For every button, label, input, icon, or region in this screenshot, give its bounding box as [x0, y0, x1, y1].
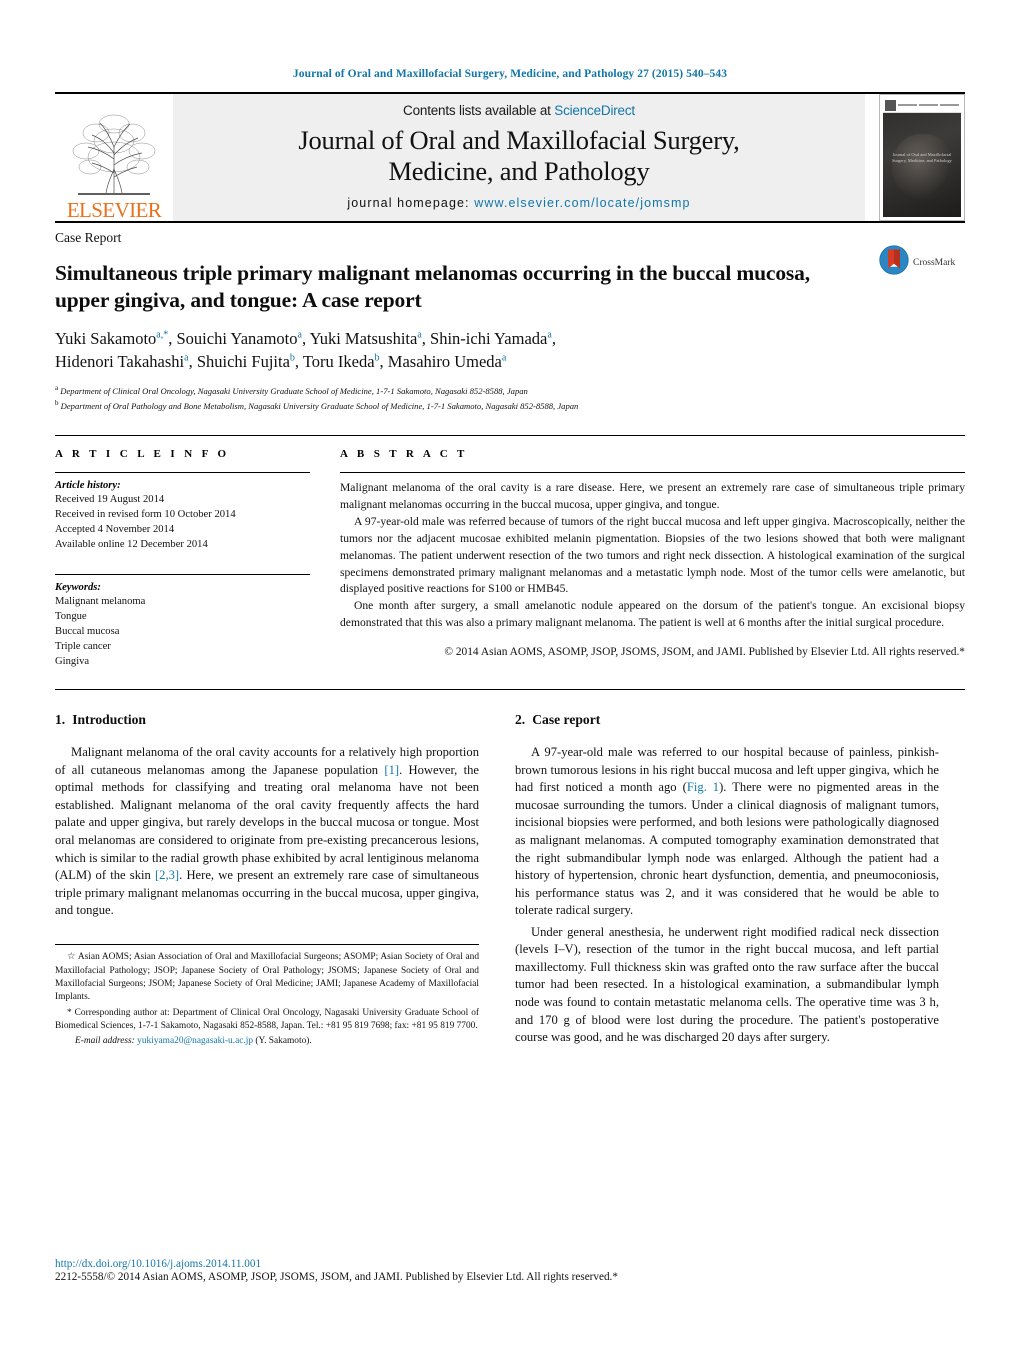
- masthead-center: Contents lists available at ScienceDirec…: [173, 94, 865, 221]
- cover-artwork: Journal of Oral and Maxillofacial Surger…: [883, 98, 961, 217]
- doi-block: http://dx.doi.org/10.1016/j.ajoms.2014.1…: [55, 1258, 965, 1283]
- cover-topbar-line: [919, 104, 938, 106]
- figure-ref-1[interactable]: Fig. 1: [687, 780, 719, 794]
- keyword-item: Malignant melanoma: [55, 596, 146, 608]
- cover-caption: Journal of Oral and Maxillofacial Surger…: [888, 152, 957, 165]
- case-text-part-2: ). There were no pigmented areas in the …: [515, 780, 939, 918]
- intro-text-part-2: . However, the optimal methods for class…: [55, 762, 479, 883]
- citation-ref-1[interactable]: [1]: [384, 763, 399, 777]
- article-info-rule: [55, 471, 310, 473]
- cover-topbar-line: [898, 104, 917, 106]
- sciencedirect-link[interactable]: ScienceDirect: [554, 103, 635, 118]
- cover-caption-line-2: Surgery, Medicine, and Pathology: [892, 158, 952, 164]
- contents-available-line: Contents lists available at ScienceDirec…: [403, 103, 635, 118]
- homepage-label: journal homepage:: [347, 196, 470, 211]
- section-title-introduction: 1. Introduction: [55, 712, 479, 728]
- journal-title-line-2: Medicine, and Pathology: [388, 156, 650, 186]
- citation-ref-2-3[interactable]: [2,3]: [155, 868, 179, 882]
- footnote-star-icon: ☆: [67, 952, 76, 963]
- affiliation-a: a Department of Clinical Oral Oncology, …: [55, 383, 965, 398]
- author-list: Yuki Sakamotoa,*, Souichi Yanamotoa, Yuk…: [55, 327, 875, 375]
- history-item: Available online 12 December 2014: [55, 538, 208, 550]
- email-suffix: (Y. Sakamoto).: [255, 1036, 312, 1047]
- email-label: E-mail address:: [75, 1036, 135, 1047]
- footnote-corresponding-text: Corresponding author at: Department of C…: [55, 1007, 479, 1032]
- article-info-column: A R T I C L E I N F O Article history: R…: [55, 448, 310, 669]
- cover-topbar: [883, 98, 961, 113]
- history-item: Accepted 4 November 2014: [55, 523, 175, 535]
- footnote-abbreviations-text: Asian AOMS; Asian Association of Oral an…: [55, 952, 480, 1003]
- introduction-paragraph: Malignant melanoma of the oral cavity ac…: [55, 744, 479, 920]
- cover-logo-square: [885, 99, 896, 111]
- footnotes-block: ☆ Asian AOMS; Asian Association of Oral …: [55, 944, 479, 1050]
- abstract-column: A B S T R A C T Malignant melanoma of th…: [340, 448, 965, 669]
- author-line-1: Yuki Sakamotoa,*, Souichi Yanamotoa, Yuk…: [55, 328, 556, 348]
- abstract-paragraph: Malignant melanoma of the oral cavity is…: [340, 480, 965, 511]
- cover-topbar-line: [940, 104, 959, 106]
- section-label: Case report: [532, 712, 601, 728]
- elsevier-logo: ELSEVIER: [55, 94, 173, 221]
- keywords-block: Keywords: Malignant melanoma Tongue Bucc…: [55, 574, 310, 669]
- left-column: 1. Introduction Malignant melanoma of the…: [55, 712, 479, 1051]
- abstract-rule: [340, 471, 965, 473]
- abstract-copyright: © 2014 Asian AOMS, ASOMP, JSOP, JSOMS, J…: [444, 646, 965, 659]
- keyword-item: Buccal mucosa: [55, 626, 120, 638]
- affiliation-b: b Department of Oral Pathology and Bone …: [55, 398, 965, 413]
- cover-caption-line-1: Journal of Oral and Maxillofacial: [892, 151, 952, 157]
- article-info-heading: A R T I C L E I N F O: [55, 447, 230, 460]
- history-item: Received 19 August 2014: [55, 493, 165, 505]
- case-report-paragraph-1: A 97-year-old male was referred to our h…: [515, 744, 939, 920]
- issn-copyright-line: 2212-5558/© 2014 Asian AOMS, ASOMP, JSOP…: [55, 1271, 618, 1283]
- footnote-asterisk-icon: *: [67, 1007, 72, 1018]
- crossmark-label: CrossMark: [913, 257, 956, 268]
- section-number: 2.: [515, 712, 526, 728]
- article-page: Journal of Oral and Maxillofacial Surger…: [0, 0, 1020, 1351]
- article-history-title: Article history:: [55, 479, 121, 491]
- contents-prefix: Contents lists available at: [403, 102, 555, 118]
- cover-face-illustration: [892, 133, 952, 200]
- article-title: Simultaneous triple primary malignant me…: [55, 261, 810, 313]
- journal-cover-thumbnail: Journal of Oral and Maxillofacial Surger…: [879, 94, 965, 221]
- body-columns: 1. Introduction Malignant melanoma of the…: [55, 689, 965, 1051]
- title-block: Case Report Simultaneous triple primary …: [55, 221, 965, 413]
- affiliation-marker-b: b: [55, 399, 59, 408]
- homepage-url-link[interactable]: www.elsevier.com/locate/jomsmp: [474, 196, 690, 210]
- section-label: Introduction: [72, 712, 146, 728]
- elsevier-wordmark: ELSEVIER: [66, 198, 162, 222]
- footnote-corresponding-author: * Corresponding author at: Department of…: [55, 1007, 479, 1034]
- abstract-paragraph: A 97-year-old male was referred because …: [340, 514, 965, 596]
- running-head: Journal of Oral and Maxillofacial Surger…: [292, 68, 728, 80]
- doi-link[interactable]: http://dx.doi.org/10.1016/j.ajoms.2014.1…: [55, 1258, 965, 1270]
- footnote-abbreviations: ☆ Asian AOMS; Asian Association of Oral …: [55, 951, 479, 1004]
- journal-homepage-line: journal homepage: www.elsevier.com/locat…: [347, 196, 690, 210]
- footnote-email: E-mail address: yukiyama20@nagasaki-u.ac…: [55, 1035, 479, 1048]
- affiliation-a-text: Department of Clinical Oral Oncology, Na…: [60, 386, 528, 397]
- crossmark-icon: [879, 245, 909, 280]
- elsevier-tree-icon: [66, 107, 162, 199]
- keyword-item: Gingiva: [55, 656, 90, 668]
- crossmark-badge[interactable]: CrossMark: [879, 245, 965, 280]
- keyword-item: Tongue: [55, 611, 87, 623]
- journal-masthead: ELSEVIER Contents lists available at Sci…: [55, 92, 965, 221]
- abstract-heading: A B S T R A C T: [340, 447, 468, 460]
- article-type-label: Case Report: [55, 230, 122, 245]
- journal-title: Journal of Oral and Maxillofacial Surger…: [298, 125, 739, 188]
- info-abstract-region: A R T I C L E I N F O Article history: R…: [55, 434, 965, 669]
- abstract-paragraph: One month after surgery, a small amelano…: [340, 599, 965, 630]
- section-number: 1.: [55, 712, 66, 728]
- history-item: Received in revised form 10 October 2014: [55, 508, 236, 520]
- right-column: 2. Case report A 97-year-old male was ref…: [515, 712, 939, 1051]
- keywords-title: Keywords:: [55, 582, 101, 594]
- email-link[interactable]: yukiyama20@nagasaki-u.ac.jp: [137, 1036, 253, 1046]
- keyword-item: Triple cancer: [55, 641, 111, 653]
- journal-title-line-1: Journal of Oral and Maxillofacial Surger…: [298, 124, 740, 155]
- section-title-case-report: 2. Case report: [515, 712, 939, 728]
- affiliation-marker-a: a: [55, 384, 59, 393]
- author-line-2: Hidenori Takahashia, Shuichi Fujitab, To…: [55, 352, 507, 372]
- affiliation-b-text: Department of Oral Pathology and Bone Me…: [60, 401, 579, 411]
- case-report-paragraph-2: Under general anesthesia, he underwent r…: [515, 924, 939, 1045]
- keywords-rule: [55, 574, 310, 576]
